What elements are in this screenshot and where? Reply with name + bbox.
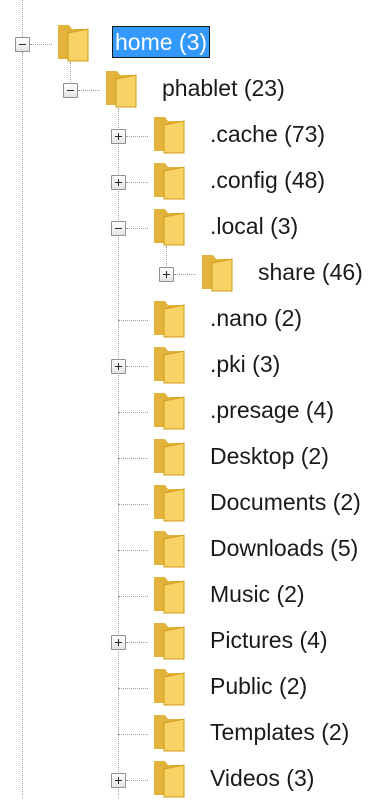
folder-tree: home (3) phablet (23) .cache (73) .confi…	[0, 0, 390, 798]
folder-icon	[154, 485, 185, 522]
tree-node-label[interactable]: Pictures (4)	[208, 625, 330, 655]
folder-icon	[154, 301, 185, 338]
tree-node-label[interactable]: .nano (2)	[208, 303, 304, 333]
tree-node-label[interactable]: share (46)	[256, 257, 365, 287]
minus-icon[interactable]	[111, 221, 126, 236]
plus-icon[interactable]	[111, 359, 126, 374]
folder-icon	[106, 71, 137, 108]
folder-icon	[154, 209, 185, 246]
tree-node-label[interactable]: .config (48)	[208, 165, 327, 195]
minus-icon[interactable]	[63, 83, 78, 98]
folder-icon	[58, 25, 89, 62]
tree-node-share[interactable]: share (46)	[0, 251, 390, 297]
tree-node-label[interactable]: home (3)	[111, 26, 211, 58]
folder-icon	[154, 577, 185, 614]
folder-icon	[154, 117, 185, 154]
folder-icon	[154, 531, 185, 568]
folder-icon	[154, 623, 185, 660]
folder-icon	[154, 393, 185, 430]
tree-node-pictures[interactable]: Pictures (4)	[0, 619, 370, 665]
tree-node-documents[interactable]: Documents (2)	[0, 481, 390, 527]
tree-node-label[interactable]: .pki (3)	[208, 349, 282, 379]
tree-node-label[interactable]: Music (2)	[208, 579, 307, 609]
tree-node-label[interactable]: Videos (3)	[208, 763, 316, 793]
folder-icon	[154, 761, 185, 798]
plus-icon[interactable]	[159, 267, 174, 282]
tree-node-local[interactable]: .local (3)	[0, 205, 330, 251]
tree-node-videos[interactable]: Videos (3)	[0, 757, 360, 803]
tree-node-nano[interactable]: .nano (2)	[0, 297, 340, 343]
minus-icon[interactable]	[15, 37, 30, 52]
folder-icon	[154, 439, 185, 476]
tree-node-downloads[interactable]: Downloads (5)	[0, 527, 390, 573]
plus-icon[interactable]	[111, 175, 126, 190]
tree-node-label[interactable]: Public (2)	[208, 671, 309, 701]
folder-icon	[154, 347, 185, 384]
tree-node-label[interactable]: Templates (2)	[208, 717, 351, 747]
tree-node-presage[interactable]: .presage (4)	[0, 389, 380, 435]
tree-node-label[interactable]: .presage (4)	[208, 395, 336, 425]
folder-icon	[202, 255, 233, 292]
folder-icon	[154, 163, 185, 200]
tree-node-desktop[interactable]: Desktop (2)	[0, 435, 370, 481]
tree-node-config[interactable]: .config (48)	[0, 159, 360, 205]
plus-icon[interactable]	[111, 635, 126, 650]
tree-node-home[interactable]: home (3)	[0, 21, 240, 67]
tree-node-public[interactable]: Public (2)	[0, 665, 340, 711]
tree-node-label[interactable]: Downloads (5)	[208, 533, 360, 563]
tree-node-pki[interactable]: .pki (3)	[0, 343, 320, 389]
tree-node-label[interactable]: Documents (2)	[208, 487, 363, 517]
tree-node-templates[interactable]: Templates (2)	[0, 711, 390, 757]
folder-icon	[154, 715, 185, 752]
tree-node-phablet[interactable]: phablet (23)	[0, 67, 330, 113]
folder-icon	[154, 669, 185, 706]
tree-node-label[interactable]: .local (3)	[208, 211, 300, 241]
plus-icon[interactable]	[111, 773, 126, 788]
tree-node-cache[interactable]: .cache (73)	[0, 113, 360, 159]
tree-node-music[interactable]: Music (2)	[0, 573, 340, 619]
tree-node-label[interactable]: Desktop (2)	[208, 441, 331, 471]
tree-node-label[interactable]: phablet (23)	[160, 73, 287, 103]
tree-node-label[interactable]: .cache (73)	[208, 119, 327, 149]
plus-icon[interactable]	[111, 129, 126, 144]
